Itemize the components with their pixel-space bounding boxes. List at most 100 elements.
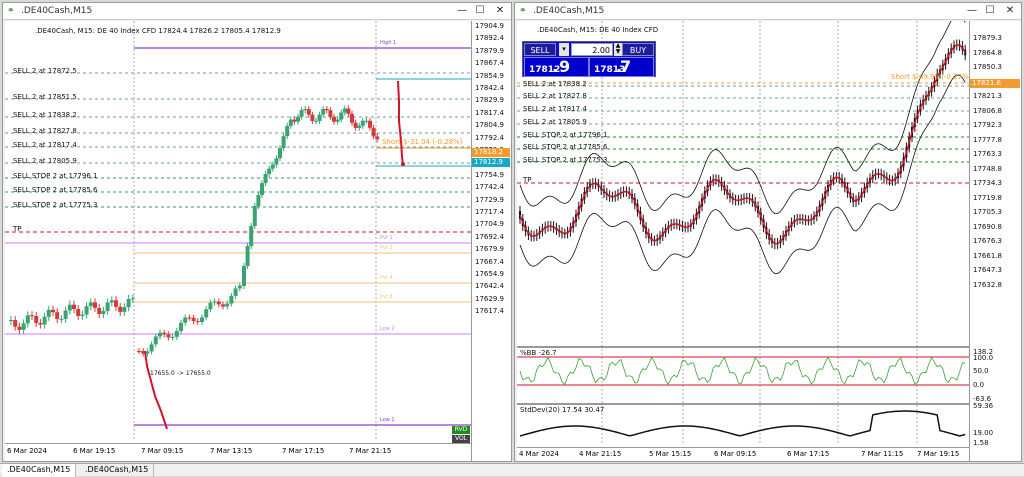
order-label: SELL STOP 2 at 17775.3 — [13, 201, 97, 209]
right-chart-window[interactable]: ⚭ .DE40Cash,M15 — ☐ ✕ .DE40Cash, M15: DE… — [514, 2, 1022, 462]
std-axis-tick: 1.58 — [973, 439, 989, 447]
vol-button[interactable]: VOL — [452, 435, 470, 443]
order-label: SELL 2 at 17851.5 — [13, 93, 77, 101]
left-price-pane[interactable]: .DE40Cash, M15: DE 40 Index CFD 17824.4 … — [5, 21, 471, 461]
tab-chart-2[interactable]: .DE40Cash,M15 — [80, 464, 154, 477]
candle-body — [34, 316, 38, 323]
right-price-pane[interactable]: .DE40Cash, M15: DE 40 Index CFD SELL ▾ 2… — [517, 21, 969, 461]
price-tick: 17654.9 — [475, 270, 504, 278]
right-price-axis[interactable]: 17879.317864.817850.317835.817821.317806… — [969, 21, 1021, 461]
candle-body — [47, 310, 51, 317]
one-click-trade-panel[interactable]: SELL ▾ 2.00 ▲▼ BUY 17812 . 9 17813 . 7 — [522, 41, 656, 77]
ask-price-button[interactable]: 17813 . 7 — [589, 57, 654, 77]
candle-body — [93, 302, 97, 308]
time-tick: 6 Mar 09:15 — [714, 450, 756, 458]
price-tick: 17642.4 — [475, 282, 504, 290]
price-tick: 17792.3 — [973, 121, 1002, 129]
right-chart-header: .DE40Cash, M15: DE 40 Index CFD — [537, 26, 658, 34]
price-tick: 17717.4 — [475, 208, 504, 216]
left-chart-header: .DE40Cash, M15: DE 40 Index CFD 17824.4 … — [35, 27, 281, 35]
left-chart-window[interactable]: ⚭ .DE40Cash,M15 — ☐ ✕ .DE40Cash, M15: DE… — [2, 2, 512, 462]
right-profit-label: Short $-09.95 (-0.27%) — [891, 73, 971, 81]
left-chart-canvas[interactable]: .DE40Cash, M15: DE 40 Index CFD 17824.4 … — [5, 21, 511, 461]
candle-body — [85, 306, 89, 314]
candle-body — [318, 115, 322, 121]
bb-line — [520, 357, 965, 384]
rvd-button[interactable]: RVD — [452, 426, 470, 434]
minimize-button[interactable]: — — [965, 4, 979, 18]
minimize-button[interactable]: — — [455, 4, 469, 18]
std-axis-tick: 59.36 — [973, 402, 993, 410]
time-tick: 7 Mar 21:15 — [349, 447, 391, 455]
candle-body — [256, 195, 260, 206]
candle-body — [175, 331, 179, 337]
order-label: SELL STOP 2 at 17785.6 — [523, 143, 607, 151]
right-chart-canvas[interactable]: .DE40Cash, M15: DE 40 Index CFD SELL ▾ 2… — [517, 21, 1021, 461]
candle-body — [264, 174, 268, 183]
candle-body — [364, 121, 368, 122]
buy-button[interactable]: BUY — [622, 43, 654, 56]
candle-body — [292, 120, 296, 122]
historic-trades — [145, 351, 167, 429]
candle-body — [372, 128, 376, 137]
order-label: SELL 2 at 17838.2 — [13, 111, 77, 119]
pivot-label: Pvt 4 — [380, 275, 393, 281]
price-tick: 17748.8 — [973, 165, 1002, 173]
candle-body — [110, 300, 114, 302]
candle-body — [72, 305, 76, 309]
order-label: SELL 2 at 17805.9 — [13, 157, 77, 165]
candle-body — [300, 110, 304, 117]
right-window-titlebar[interactable]: ⚭ .DE40Cash,M15 — ☐ ✕ — [515, 3, 1021, 20]
order-label: SELL 2 at 17872.5 — [13, 67, 77, 75]
chevron-down-icon[interactable]: ▾ — [559, 43, 569, 56]
price-tick: 17892.4 — [475, 34, 504, 42]
left-profit-label: Short $-31.04 (-0.28%) — [382, 138, 462, 146]
tab-chart-1[interactable]: .DE40Cash,M15 — [2, 464, 76, 477]
candle-body — [332, 117, 336, 122]
close-button[interactable]: ✕ — [493, 4, 507, 18]
candle-body — [253, 206, 257, 226]
maximize-button[interactable]: ☐ — [473, 4, 487, 18]
candle-body — [64, 310, 68, 318]
maximize-button[interactable]: ☐ — [983, 4, 997, 18]
price-tick: 17864.8 — [973, 49, 1002, 57]
price-tick: 17867.4 — [475, 59, 504, 67]
bid-price-button[interactable]: 17812 . 9 — [524, 57, 589, 77]
order-label: SELL STOP 2 at 17785.6 — [13, 186, 97, 194]
time-tick: 4 Mar 21:15 — [579, 450, 621, 458]
price-tick: 17777.8 — [973, 136, 1002, 144]
right-window-title: .DE40Cash,M15 — [533, 6, 604, 16]
candle-body — [150, 344, 154, 351]
candle-body — [242, 266, 246, 286]
price-tick: 17742.4 — [475, 183, 504, 191]
price-tick: 17661.8 — [973, 252, 1002, 260]
candle-body — [171, 337, 175, 338]
candle-body — [310, 115, 314, 121]
price-tag: 17821.6 — [970, 79, 1020, 88]
price-tick: 17829.9 — [475, 96, 504, 104]
volume-input[interactable]: 2.00 — [571, 43, 613, 56]
price-tick: 17754.9 — [475, 171, 504, 179]
price-tick: 17792.4 — [475, 134, 504, 142]
volume-stepper[interactable]: ▲▼ — [614, 43, 622, 56]
candle-body — [76, 309, 80, 316]
candle-body — [357, 126, 361, 128]
close-button[interactable]: ✕ — [1003, 4, 1017, 18]
price-tick: 17692.4 — [475, 233, 504, 241]
left-annotation: 17655.0 -> 17655.0 — [150, 370, 211, 377]
sell-button[interactable]: SELL — [524, 43, 556, 56]
price-tick: 17629.9 — [475, 295, 504, 303]
candle-body — [307, 109, 311, 115]
left-window-titlebar[interactable]: ⚭ .DE40Cash,M15 — ☐ ✕ — [3, 3, 511, 20]
bb-indicator-label: %BB -26.7 — [520, 349, 557, 357]
candle-body — [204, 309, 208, 317]
candle-body — [154, 336, 158, 344]
left-price-axis[interactable]: 17904.917892.417879.917867.417854.917842… — [471, 21, 511, 461]
candle-body — [260, 183, 264, 195]
bb-axis-tick: 100.0 — [973, 354, 993, 362]
price-tick: 17804.9 — [475, 121, 504, 129]
candle-body — [196, 321, 200, 322]
pivot-label: Pvt 5 — [380, 294, 393, 300]
candle-body — [282, 136, 286, 148]
order-label: SELL STOP 2 at 17775.3 — [523, 156, 607, 164]
